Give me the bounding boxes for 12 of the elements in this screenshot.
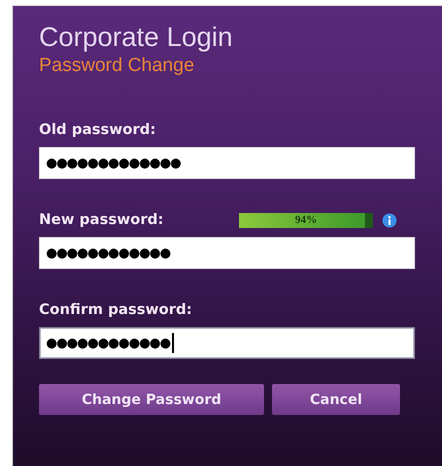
password-field[interactable]: ●●●●●●●●●●●●●	[39, 147, 415, 179]
dialog-title: Corporate Login	[39, 21, 234, 54]
password-field[interactable]: ●●●●●●●●●●●●	[39, 327, 415, 359]
field-label: Confirm password:	[39, 302, 194, 318]
field-label: Old password:	[39, 122, 157, 138]
cancel-button[interactable]: Cancel	[272, 384, 400, 415]
dialog-subtitle: Password Change	[39, 54, 196, 78]
strength-reading: 94%	[295, 214, 317, 226]
field-label: New password:	[39, 212, 165, 228]
change-password-button[interactable]: Change Password	[39, 384, 264, 415]
password-field[interactable]: ●●●●●●●●●●●●	[39, 237, 415, 269]
info-icon[interactable]	[382, 212, 397, 228]
